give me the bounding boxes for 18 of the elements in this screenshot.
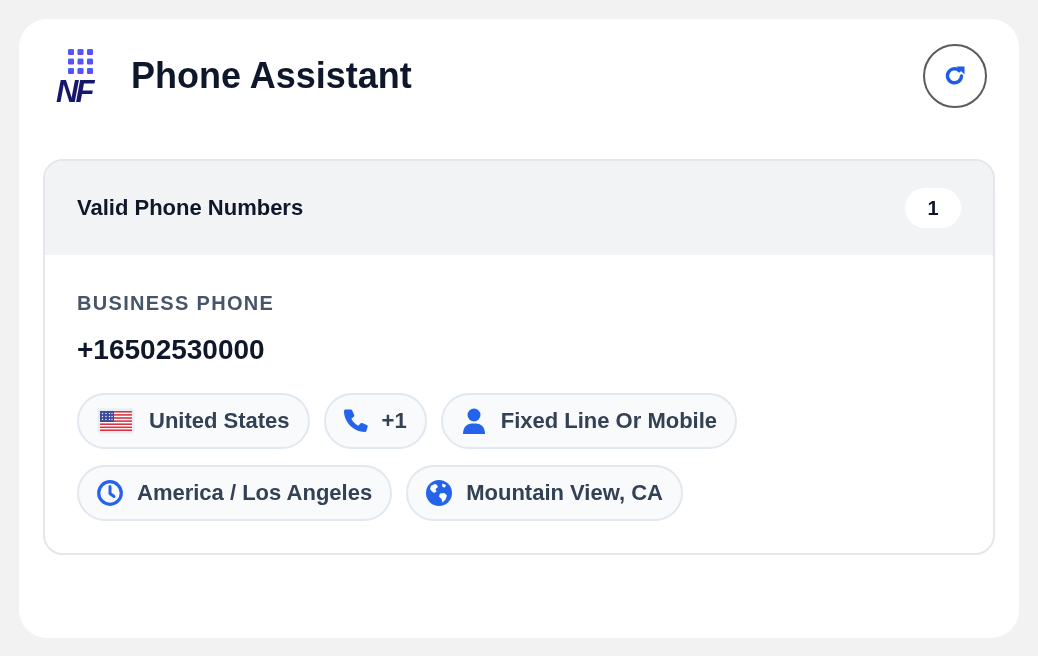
phone-label: BUSINESS PHONE — [77, 291, 276, 315]
person-icon — [460, 407, 487, 434]
phone-number: +16502530000 — [77, 333, 266, 367]
flag-icon — [97, 407, 135, 434]
dial-code: +1 — [381, 407, 407, 436]
clock-icon — [97, 479, 123, 506]
app-title: Phone Assistant — [131, 56, 412, 96]
logo: NF — [56, 49, 106, 103]
refresh-button[interactable] — [923, 44, 987, 108]
phone-icon — [343, 408, 368, 433]
refresh-icon — [944, 65, 966, 87]
globe-icon — [426, 479, 453, 506]
country-name: United States — [149, 407, 290, 436]
panel-title: Valid Phone Numbers — [77, 194, 304, 222]
time-zone: America / Los Angeles — [137, 479, 373, 508]
location-name: Mountain View, CA — [466, 479, 663, 508]
count-badge: 1 — [905, 188, 961, 228]
line-type: Fixed Line Or Mobile — [500, 407, 718, 436]
